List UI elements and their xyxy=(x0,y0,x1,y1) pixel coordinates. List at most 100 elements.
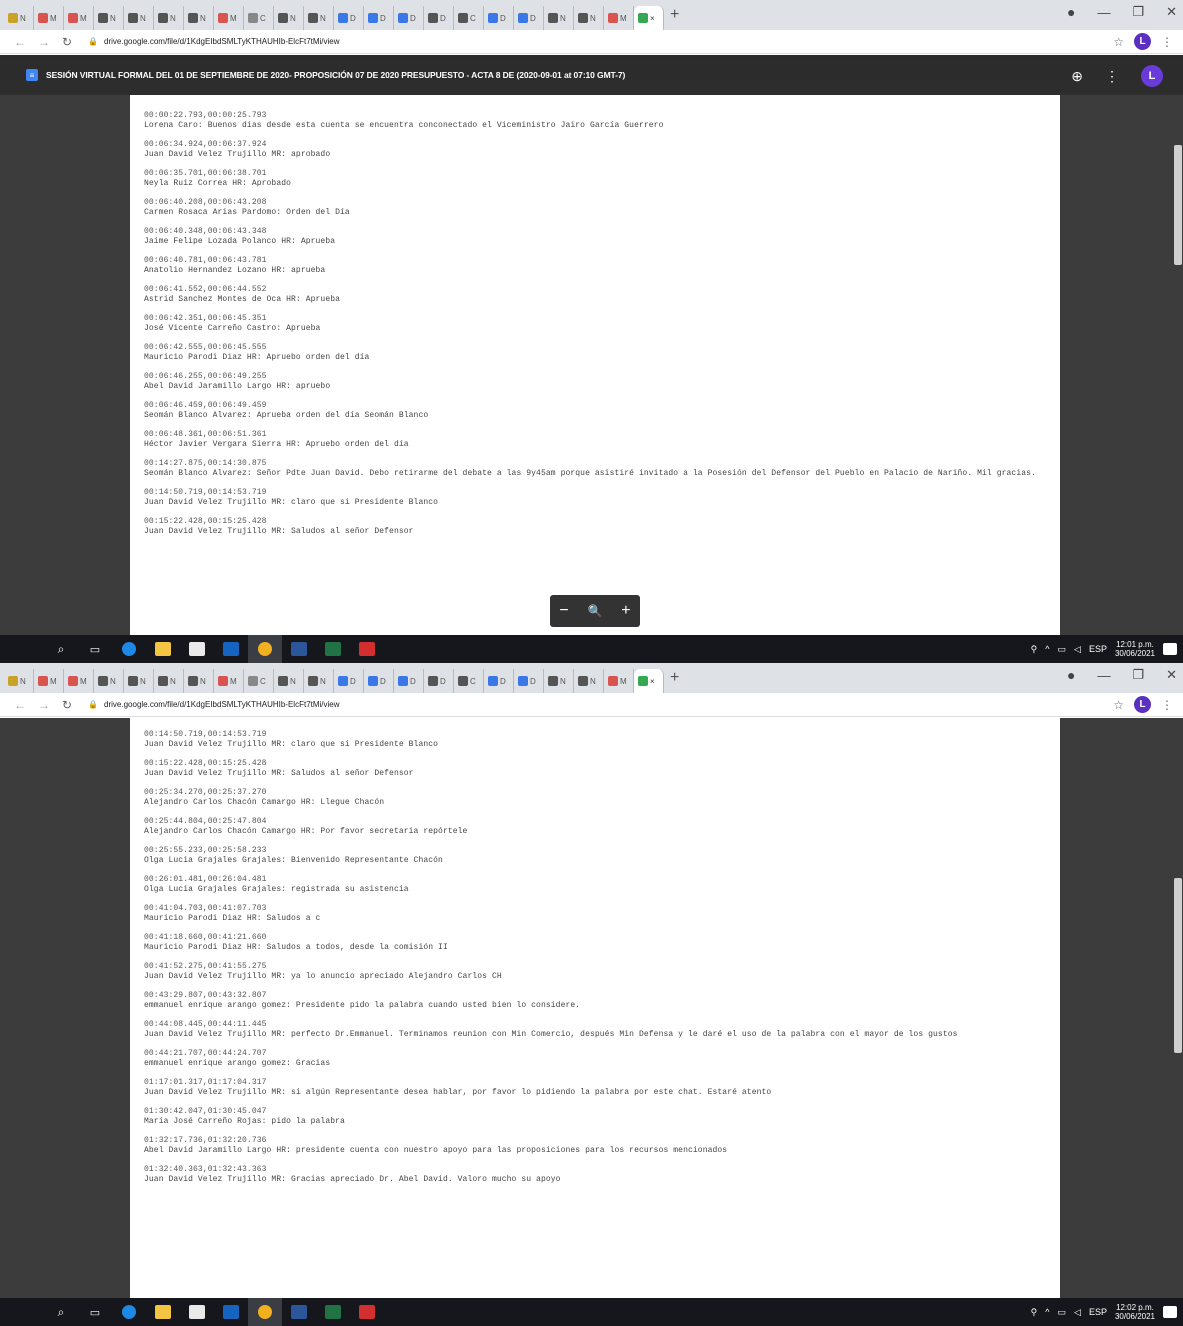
browser-tab[interactable]: M xyxy=(34,669,64,693)
network-icon[interactable]: ▭ xyxy=(1058,1307,1067,1318)
reload-icon[interactable]: ↻ xyxy=(62,698,72,712)
file-explorer-icon[interactable] xyxy=(146,635,180,663)
browser-tab[interactable]: D xyxy=(514,6,544,30)
browser-tab[interactable]: M xyxy=(64,669,94,693)
browser-tab[interactable]: D xyxy=(394,6,424,30)
browser-tab[interactable]: D xyxy=(484,669,514,693)
chrome-icon[interactable] xyxy=(248,1298,282,1326)
people-icon[interactable]: ⚲ xyxy=(1031,644,1038,655)
browser-tab[interactable]: N xyxy=(574,6,604,30)
browser-tab[interactable]: × xyxy=(634,6,664,30)
browser-tab[interactable]: N xyxy=(544,6,574,30)
task-view-icon[interactable]: ▭ xyxy=(78,1298,112,1326)
browser-tab[interactable]: N xyxy=(274,6,304,30)
word-icon[interactable] xyxy=(282,635,316,663)
store-icon[interactable] xyxy=(180,635,214,663)
people-icon[interactable]: ⚲ xyxy=(1031,1307,1038,1318)
browser-tab[interactable]: M xyxy=(34,6,64,30)
browser-tab[interactable]: M xyxy=(214,6,244,30)
browser-tab[interactable]: D xyxy=(364,6,394,30)
mail-icon[interactable] xyxy=(214,635,248,663)
browser-tab[interactable]: × xyxy=(634,669,664,693)
browser-tab[interactable]: M xyxy=(64,6,94,30)
scrollbar[interactable] xyxy=(1173,718,1183,1298)
excel-icon[interactable] xyxy=(316,1298,350,1326)
network-icon[interactable]: ▭ xyxy=(1058,644,1067,655)
minimize-icon[interactable]: — xyxy=(1097,5,1110,20)
add-to-drive-icon[interactable]: ⊕ xyxy=(1071,68,1083,85)
browser-tab[interactable]: N xyxy=(184,669,214,693)
browser-tab[interactable]: N xyxy=(544,669,574,693)
forward-icon[interactable]: → xyxy=(38,698,50,712)
close-icon[interactable]: ✕ xyxy=(1166,4,1177,20)
bookmark-star-icon[interactable]: ☆ xyxy=(1113,698,1124,712)
browser-tab[interactable]: C xyxy=(244,669,274,693)
acrobat-icon[interactable] xyxy=(350,1298,384,1326)
browser-tab[interactable]: N xyxy=(154,669,184,693)
browser-tab[interactable]: N xyxy=(154,6,184,30)
notification-icon[interactable] xyxy=(1163,1306,1177,1318)
close-icon[interactable]: ✕ xyxy=(1166,667,1177,683)
browser-tab[interactable]: C xyxy=(454,6,484,30)
browser-tab[interactable]: D xyxy=(364,669,394,693)
edge-icon[interactable] xyxy=(112,1298,146,1326)
zoom-icon[interactable]: 🔍 xyxy=(588,604,603,618)
browser-tab[interactable]: N xyxy=(4,669,34,693)
browser-tab[interactable]: N xyxy=(124,6,154,30)
reload-icon[interactable]: ↻ xyxy=(62,35,72,49)
tray-expand-icon[interactable]: ^ xyxy=(1045,644,1049,654)
browser-tab[interactable]: D xyxy=(394,669,424,693)
browser-tab[interactable]: D xyxy=(514,669,544,693)
store-icon[interactable] xyxy=(180,1298,214,1326)
profile-avatar[interactable]: L xyxy=(1134,696,1151,713)
back-icon[interactable]: ← xyxy=(14,698,26,712)
volume-icon[interactable]: ◁ xyxy=(1074,644,1081,655)
language-indicator[interactable]: ESP xyxy=(1089,1307,1107,1317)
scrollbar[interactable] xyxy=(1173,95,1183,635)
acrobat-icon[interactable] xyxy=(350,635,384,663)
browser-tab[interactable]: D xyxy=(424,6,454,30)
browser-tab[interactable]: M xyxy=(214,669,244,693)
browser-tab[interactable]: C xyxy=(454,669,484,693)
scrollbar-thumb[interactable] xyxy=(1174,145,1182,265)
zoom-out-button[interactable]: − xyxy=(559,602,568,620)
back-icon[interactable]: ← xyxy=(14,35,26,49)
browser-tab[interactable]: N xyxy=(574,669,604,693)
browser-tab[interactable]: N xyxy=(304,669,334,693)
language-indicator[interactable]: ESP xyxy=(1089,644,1107,654)
browser-tab[interactable]: N xyxy=(274,669,304,693)
extension-icon[interactable]: ● xyxy=(1067,4,1075,20)
more-options-icon[interactable]: ⋮ xyxy=(1105,68,1119,85)
bookmark-star-icon[interactable]: ☆ xyxy=(1113,35,1124,49)
address-bar[interactable]: 🔒 drive.google.com/file/d/1KdgEIbdSMLTyK… xyxy=(88,37,339,46)
clock[interactable]: 12:01 p.m. 30/06/2021 xyxy=(1115,640,1155,658)
browser-tab[interactable]: D xyxy=(334,6,364,30)
browser-menu-icon[interactable]: ⋮ xyxy=(1161,35,1173,49)
file-explorer-icon[interactable] xyxy=(146,1298,180,1326)
browser-tab[interactable]: D xyxy=(484,6,514,30)
search-icon[interactable]: ⌕ xyxy=(44,635,78,663)
start-button[interactable] xyxy=(10,635,44,663)
minimize-icon[interactable]: — xyxy=(1097,668,1110,683)
zoom-in-button[interactable]: + xyxy=(621,602,630,620)
word-icon[interactable] xyxy=(282,1298,316,1326)
browser-tab[interactable]: N xyxy=(94,6,124,30)
profile-avatar[interactable]: L xyxy=(1134,33,1151,50)
notification-icon[interactable] xyxy=(1163,643,1177,655)
browser-tab[interactable]: N xyxy=(304,6,334,30)
browser-tab[interactable]: N xyxy=(184,6,214,30)
start-button[interactable] xyxy=(10,1298,44,1326)
excel-icon[interactable] xyxy=(316,635,350,663)
volume-icon[interactable]: ◁ xyxy=(1074,1307,1081,1318)
browser-tab[interactable]: C xyxy=(244,6,274,30)
scrollbar-thumb[interactable] xyxy=(1174,878,1182,1053)
chrome-icon[interactable] xyxy=(248,635,282,663)
browser-tab[interactable]: M xyxy=(604,6,634,30)
browser-tab[interactable]: N xyxy=(94,669,124,693)
browser-tab[interactable]: D xyxy=(334,669,364,693)
address-bar[interactable]: 🔒 drive.google.com/file/d/1KdgEIbdSMLTyK… xyxy=(88,700,339,709)
tray-expand-icon[interactable]: ^ xyxy=(1045,1307,1049,1317)
forward-icon[interactable]: → xyxy=(38,35,50,49)
clock[interactable]: 12:02 p.m. 30/06/2021 xyxy=(1115,1303,1155,1321)
new-tab-button[interactable]: + xyxy=(670,6,679,24)
